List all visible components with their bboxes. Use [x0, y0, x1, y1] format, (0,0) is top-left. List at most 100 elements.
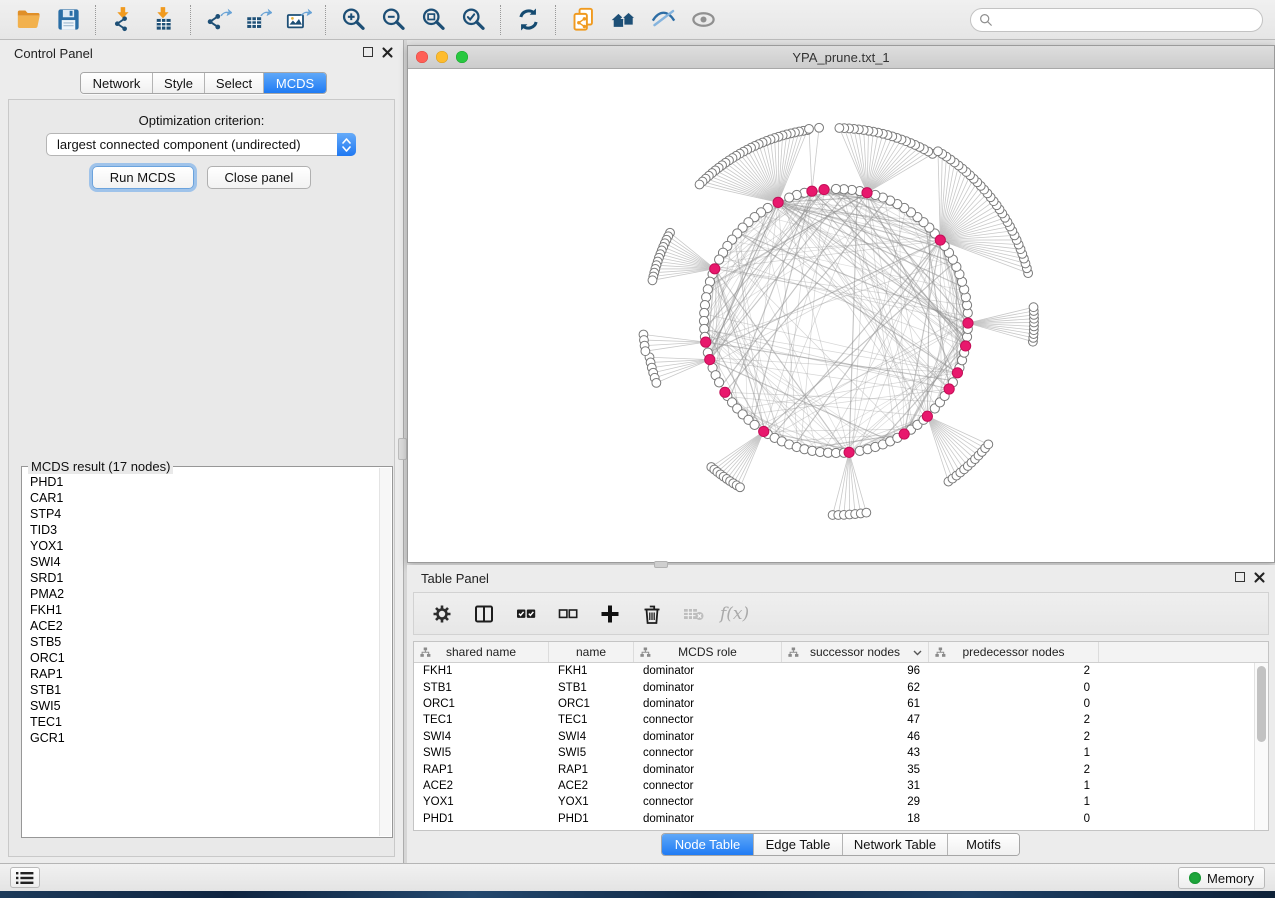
graph-satellite-node[interactable] — [862, 508, 871, 517]
mcds-result-item[interactable]: GCR1 — [30, 730, 379, 746]
mcds-result-item[interactable]: TEC1 — [30, 714, 379, 730]
mcds-result-item[interactable]: SWI4 — [30, 554, 379, 570]
zoom-fit-button[interactable] — [413, 3, 453, 37]
graph-hub-node[interactable] — [705, 354, 715, 364]
graph-hub-node[interactable] — [935, 235, 945, 245]
export-image-button[interactable] — [278, 3, 318, 37]
graph-node[interactable] — [831, 184, 840, 193]
graph-hub-node[interactable] — [844, 447, 854, 457]
table-row[interactable]: TEC1TEC1connector472 — [414, 712, 1254, 728]
mcds-result-item[interactable]: SWI5 — [30, 698, 379, 714]
memory-button[interactable]: Memory — [1178, 867, 1265, 889]
zoom-in-button[interactable] — [333, 3, 373, 37]
criterion-dropdown[interactable]: largest connected component (undirected) — [46, 133, 356, 156]
graph-satellite-node[interactable] — [695, 180, 704, 189]
splitter-handle[interactable] — [398, 438, 407, 460]
close-panel-button[interactable] — [381, 46, 393, 58]
mcds-list-scrollbar[interactable] — [379, 468, 391, 836]
tab-motifs[interactable]: Motifs — [948, 834, 1019, 855]
export-table-button[interactable] — [238, 3, 278, 37]
home-view-button[interactable] — [603, 3, 643, 37]
graph-hub-node[interactable] — [759, 426, 769, 436]
graph-hub-node[interactable] — [862, 188, 872, 198]
graph-satellite-node[interactable] — [815, 123, 824, 132]
refresh-view-button[interactable] — [508, 3, 548, 37]
mcds-result-item[interactable]: YOX1 — [30, 538, 379, 554]
float-panel-button[interactable] — [363, 47, 373, 57]
table-row[interactable]: SWI4SWI4dominator462 — [414, 729, 1254, 745]
close-table-panel-button[interactable] — [1253, 571, 1265, 583]
mcds-result-item[interactable]: SRD1 — [30, 570, 379, 586]
graph-hub-node[interactable] — [944, 384, 954, 394]
graph-hub-node[interactable] — [961, 341, 971, 351]
run-mcds-button[interactable]: Run MCDS — [92, 166, 194, 189]
graph-node[interactable] — [750, 420, 759, 429]
graph-hub-node[interactable] — [773, 197, 783, 207]
graph-satellite-node[interactable] — [652, 378, 661, 387]
column-header-MCDS-role[interactable]: MCDS role — [634, 642, 782, 662]
graph-satellite-node[interactable] — [984, 440, 993, 449]
zoom-out-button[interactable] — [373, 3, 413, 37]
mcds-result-item[interactable]: ACE2 — [30, 618, 379, 634]
select-all-button[interactable] — [510, 598, 542, 630]
tab-network-table[interactable]: Network Table — [843, 834, 948, 855]
column-header-shared-name[interactable]: shared name — [414, 642, 549, 662]
table-row[interactable]: FKH1FKH1dominator962 — [414, 663, 1254, 679]
network-canvas[interactable] — [408, 69, 1274, 562]
graph-satellite-node[interactable] — [805, 124, 814, 133]
table-row[interactable]: PHD1PHD1dominator180 — [414, 811, 1254, 827]
window-zoom-button[interactable] — [456, 51, 468, 63]
graph-satellite-node[interactable] — [648, 276, 657, 285]
table-panel-splitter-handle[interactable] — [654, 561, 668, 568]
tab-mcds[interactable]: MCDS — [264, 73, 326, 93]
import-network-button[interactable] — [103, 3, 143, 37]
graph-satellite-node[interactable] — [934, 147, 943, 156]
table-row[interactable]: YOX1YOX1connector291 — [414, 794, 1254, 810]
table-row[interactable]: ORC1ORC1dominator610 — [414, 696, 1254, 712]
export-network-button[interactable] — [198, 3, 238, 37]
mcds-result-item[interactable]: RAP1 — [30, 666, 379, 682]
table-row[interactable]: STB1STB1dominator620 — [414, 679, 1254, 695]
graph-satellite-node[interactable] — [736, 483, 745, 492]
tab-edge-table[interactable]: Edge Table — [754, 834, 843, 855]
float-table-panel-button[interactable] — [1235, 572, 1245, 582]
graph-hub-node[interactable] — [807, 186, 817, 196]
graph-hub-node[interactable] — [952, 368, 962, 378]
delete-column-button[interactable] — [636, 598, 668, 630]
network-graph[interactable] — [408, 69, 1274, 562]
show-panel-button[interactable] — [683, 3, 723, 37]
window-close-button[interactable] — [416, 51, 428, 63]
graph-hub-node[interactable] — [720, 387, 730, 397]
network-window-titlebar[interactable]: YPA_prune.txt_1 — [408, 46, 1274, 69]
column-header-successor-nodes[interactable]: successor nodes — [782, 642, 929, 662]
table-row[interactable]: RAP1RAP1dominator352 — [414, 761, 1254, 777]
graph-hub-node[interactable] — [922, 411, 932, 421]
mcds-result-item[interactable]: TID3 — [30, 522, 379, 538]
open-file-button[interactable] — [8, 3, 48, 37]
graph-node[interactable] — [715, 255, 724, 264]
tab-style[interactable]: Style — [153, 73, 205, 93]
window-minimize-button[interactable] — [436, 51, 448, 63]
mcds-result-item[interactable]: STB1 — [30, 682, 379, 698]
tab-node-table[interactable]: Node Table — [662, 834, 754, 855]
column-header-name[interactable]: name — [549, 642, 634, 662]
mcds-result-item[interactable]: STB5 — [30, 634, 379, 650]
mcds-result-item[interactable]: CAR1 — [30, 490, 379, 506]
table-row[interactable]: ACE2ACE2connector311 — [414, 778, 1254, 794]
tab-select[interactable]: Select — [205, 73, 264, 93]
search-field[interactable] — [970, 8, 1263, 32]
duplicate-network-button[interactable] — [563, 3, 603, 37]
column-header-predecessor-nodes[interactable]: predecessor nodes — [929, 642, 1099, 662]
graph-hub-node[interactable] — [710, 264, 720, 274]
task-history-button[interactable] — [10, 867, 40, 888]
table-scrollbar[interactable] — [1254, 663, 1268, 830]
show-columns-button[interactable] — [468, 598, 500, 630]
mcds-result-item[interactable]: ORC1 — [30, 650, 379, 666]
hide-panel-button[interactable] — [643, 3, 683, 37]
graph-satellite-node[interactable] — [641, 347, 650, 356]
graph-node[interactable] — [785, 193, 794, 202]
graph-hub-node[interactable] — [701, 337, 711, 347]
tab-network[interactable]: Network — [81, 73, 153, 93]
zoom-selected-button[interactable] — [453, 3, 493, 37]
table-scrollbar-thumb[interactable] — [1257, 666, 1266, 742]
